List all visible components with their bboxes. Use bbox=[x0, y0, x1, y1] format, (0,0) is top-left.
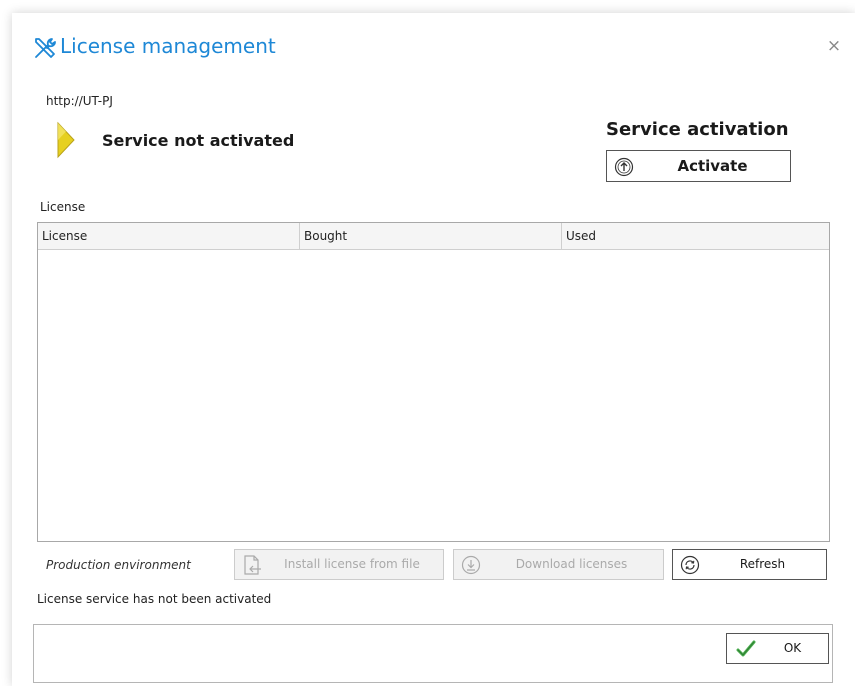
dialog-footer: OK bbox=[33, 624, 833, 683]
file-import-icon bbox=[244, 555, 261, 575]
install-license-label: Install license from file bbox=[284, 557, 420, 571]
download-licenses-label: Download licenses bbox=[515, 557, 628, 571]
install-license-button: Install license from file bbox=[234, 549, 444, 580]
download-licenses-button: Download licenses bbox=[453, 549, 664, 580]
checkmark-icon bbox=[736, 640, 756, 657]
refresh-icon bbox=[680, 555, 700, 575]
column-header-license[interactable]: License bbox=[38, 223, 300, 249]
environment-label: Production environment bbox=[46, 558, 191, 572]
license-grid-header: License Bought Used bbox=[38, 223, 829, 250]
license-section-label: License bbox=[40, 200, 86, 214]
tools-icon bbox=[35, 38, 56, 58]
title-bar: License management × bbox=[12, 13, 855, 73]
refresh-label: Refresh bbox=[739, 557, 786, 571]
activate-button[interactable]: Activate bbox=[606, 150, 791, 182]
license-grid[interactable]: License Bought Used bbox=[37, 222, 830, 542]
dialog-title: License management bbox=[60, 34, 276, 58]
close-button[interactable]: × bbox=[825, 37, 843, 55]
server-url: http://UT-PJ bbox=[46, 94, 113, 108]
refresh-button[interactable]: Refresh bbox=[672, 549, 827, 580]
column-header-used[interactable]: Used bbox=[562, 223, 829, 249]
ok-button-label: OK bbox=[783, 641, 802, 655]
service-activation-heading: Service activation bbox=[606, 119, 789, 140]
column-header-bought[interactable]: Bought bbox=[300, 223, 562, 249]
license-management-dialog: License management × http://UT-PJ Servic… bbox=[12, 13, 855, 686]
activate-button-label: Activate bbox=[677, 157, 748, 175]
ok-button[interactable]: OK bbox=[726, 633, 829, 664]
flag-icon bbox=[57, 121, 75, 159]
service-status-line: License service has not been activated bbox=[37, 592, 272, 606]
activation-status: Service not activated bbox=[102, 131, 295, 150]
upload-arrow-icon bbox=[614, 157, 634, 177]
download-arrow-icon bbox=[461, 555, 481, 575]
